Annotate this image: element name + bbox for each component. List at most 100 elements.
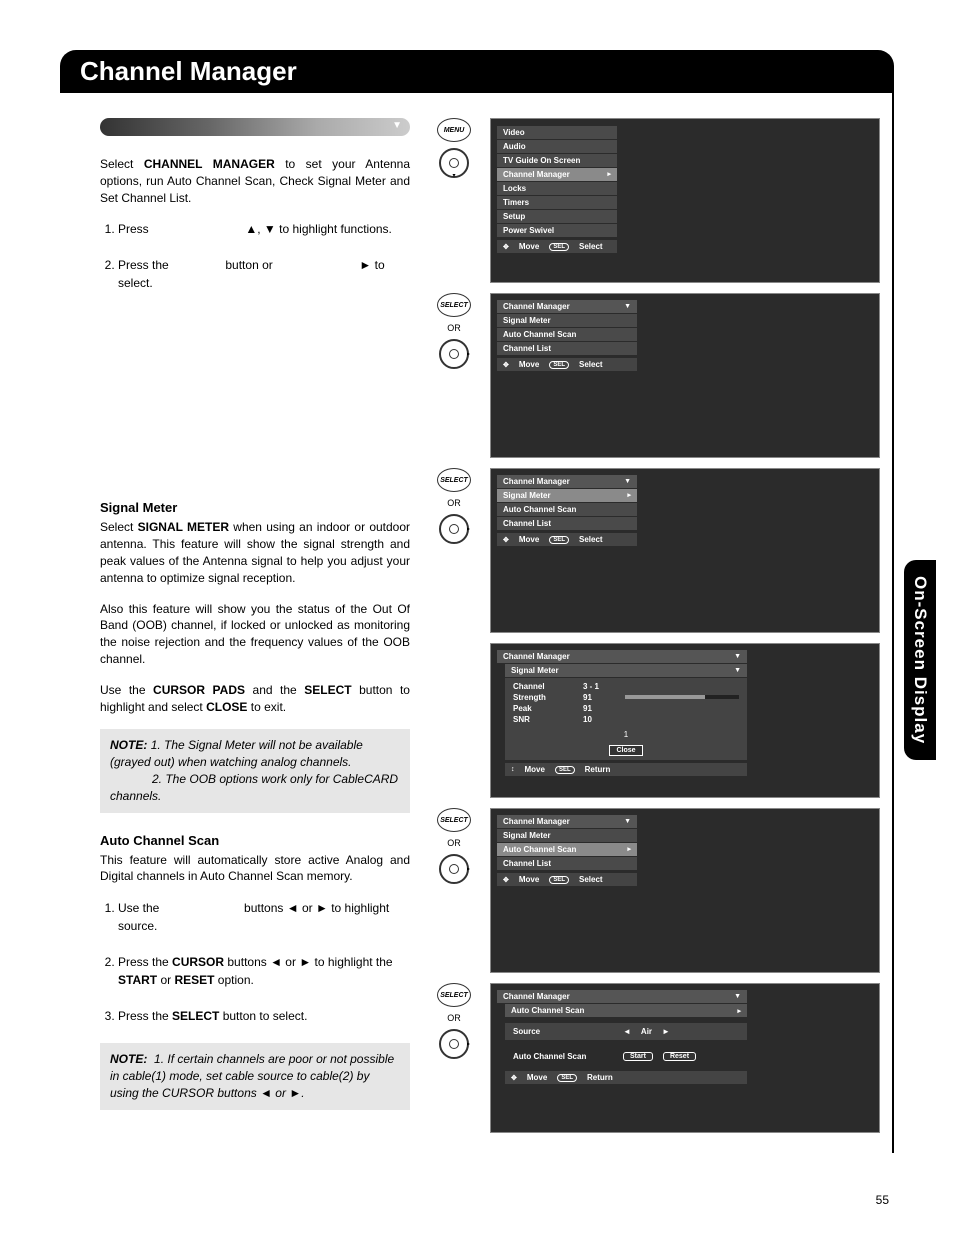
menu-item[interactable]: Auto Channel Scan▸ xyxy=(497,843,637,856)
menu-item[interactable]: Auto Channel Scan xyxy=(497,503,637,516)
footer-return: Return xyxy=(587,1073,613,1082)
tv-screen-cm-signal: Channel Manager▼ Signal Meter▸Auto Chann… xyxy=(490,468,880,633)
text: to exit. xyxy=(247,700,286,714)
select-button[interactable]: SELECT xyxy=(437,808,471,832)
cursor-pad[interactable]: ▸ xyxy=(439,514,469,544)
right-arrow-icon[interactable]: ► xyxy=(662,1027,670,1036)
menu-item[interactable]: Setup xyxy=(497,210,617,223)
subsection-bar xyxy=(100,118,410,136)
section-title: Channel Manager xyxy=(80,56,297,86)
menu-item[interactable]: Channel List xyxy=(497,342,637,355)
screen-row-5: SELECT OR ▸ Channel Manager▼ Signal Mete… xyxy=(430,808,880,973)
text: Press the xyxy=(118,258,172,272)
footer-select: Select xyxy=(579,875,603,884)
tv-screen-cm-menu: Channel Manager▼ Signal MeterAuto Channe… xyxy=(490,293,880,458)
menu-subtitle: Signal Meter xyxy=(511,666,559,675)
note-auto-scan: NOTE: 1. If certain channels are poor or… xyxy=(100,1043,410,1109)
meter-row: Strength91 xyxy=(513,693,739,702)
text: and the xyxy=(245,683,304,697)
cursor-pad[interactable]: ▸ xyxy=(439,339,469,369)
text: buttons xyxy=(241,901,287,915)
main-steps: Press ▲, ▼ to highlight functions. Press… xyxy=(100,220,410,292)
tv-screen-cm-acs: Channel Manager▼ Signal MeterAuto Channe… xyxy=(490,808,880,973)
footer-move: Move xyxy=(525,765,545,774)
note-label: NOTE: xyxy=(110,1052,147,1066)
text: Select xyxy=(100,157,144,171)
remote-col: MENU ▾ xyxy=(430,118,478,178)
menu-item[interactable]: Video xyxy=(497,126,617,139)
text: Use the xyxy=(118,901,163,915)
note-signal-meter: NOTE: 1. The Signal Meter will not be av… xyxy=(100,729,410,812)
meter-row: Channel3 - 1 xyxy=(513,682,739,691)
text: CURSOR PADS xyxy=(153,683,245,697)
menu-item[interactable]: Auto Channel Scan xyxy=(497,328,637,341)
side-tab: On-Screen Display xyxy=(904,560,936,760)
text: Use the xyxy=(100,683,153,697)
select-button[interactable]: SELECT xyxy=(437,468,471,492)
acs-step-2: Press the CURSOR buttons ◄ or ► to highl… xyxy=(118,953,410,989)
text: Press xyxy=(118,222,152,236)
cursor-pad[interactable]: ▸ xyxy=(439,1029,469,1059)
text: to highlight the xyxy=(311,955,392,969)
tv-screen-main-menu: VideoAudioTV Guide On ScreenChannel Mana… xyxy=(490,118,880,283)
tv-screen-signal-meter: Channel Manager▼ Signal Meter▼ Channel3 … xyxy=(490,643,880,798)
screen-row-4: Channel Manager▼ Signal Meter▼ Channel3 … xyxy=(430,643,880,798)
section-header: Channel Manager xyxy=(60,50,894,93)
menu-item[interactable]: Channel List xyxy=(497,857,637,870)
left-arrow-icon[interactable]: ◄ xyxy=(623,1027,631,1036)
menu-button[interactable]: MENU xyxy=(437,118,471,142)
right-arrow-icon: ► xyxy=(289,1086,301,1100)
intro-text: Select CHANNEL MANAGER to set your Anten… xyxy=(100,156,410,206)
footer-select: Select xyxy=(579,535,603,544)
or-text: OR xyxy=(447,838,461,848)
select-button[interactable]: SELECT xyxy=(437,293,471,317)
text: buttons xyxy=(224,955,270,969)
menu-item[interactable]: Audio xyxy=(497,140,617,153)
text: CLOSE xyxy=(206,700,247,714)
start-button[interactable]: Start xyxy=(623,1052,653,1061)
text: or xyxy=(299,901,316,915)
menu-item[interactable]: Locks xyxy=(497,182,617,195)
footer-select: Select xyxy=(579,360,603,369)
menu-title: Channel Manager xyxy=(503,992,570,1001)
or-text: OR xyxy=(447,323,461,333)
source-label: Source xyxy=(513,1027,613,1036)
right-arrow-icon: ► xyxy=(359,258,371,272)
menu-item[interactable]: Channel List xyxy=(497,517,637,530)
menu-item[interactable]: Signal Meter▸ xyxy=(497,489,637,502)
left-arrow-icon: ◄ xyxy=(260,1086,272,1100)
source-value: Air xyxy=(641,1027,652,1036)
text-bold: CHANNEL MANAGER xyxy=(144,157,275,171)
auto-scan-steps: Use the buttons ◄ or ► to highlight sour… xyxy=(100,899,410,1025)
screen-row-1: MENU ▾ VideoAudioTV Guide On ScreenChann… xyxy=(430,118,880,283)
menu-item[interactable]: Signal Meter xyxy=(497,829,637,842)
menu-item[interactable]: Timers xyxy=(497,196,617,209)
reset-button[interactable]: Reset xyxy=(663,1052,696,1061)
text: Press the xyxy=(118,955,172,969)
left-arrow-icon: ◄ xyxy=(287,901,299,915)
footer-select: Select xyxy=(579,242,603,251)
text: or xyxy=(282,955,299,969)
footer-return: Return xyxy=(585,765,611,774)
menu-title: Channel Manager xyxy=(503,302,570,311)
menu-item[interactable]: Signal Meter xyxy=(497,314,637,327)
text: RESET xyxy=(174,973,214,987)
menu-item[interactable]: TV Guide On Screen xyxy=(497,154,617,167)
cursor-pad[interactable]: ▾ xyxy=(439,148,469,178)
meter-row: SNR10 xyxy=(513,715,739,724)
left-arrow-icon: ◄ xyxy=(270,955,282,969)
signal-meter-heading: Signal Meter xyxy=(100,500,410,515)
cursor-pad[interactable]: ▸ xyxy=(439,854,469,884)
down-arrow-icon: ▼ xyxy=(264,222,276,236)
menu-item[interactable]: Power Swivel xyxy=(497,224,617,237)
right-arrow-icon: ► xyxy=(299,955,311,969)
step-2: Press the button or ► to select. xyxy=(118,256,410,292)
menu-item[interactable]: Channel Manager▸ xyxy=(497,168,617,181)
select-button[interactable]: SELECT xyxy=(437,983,471,1007)
text: SELECT xyxy=(172,1009,219,1023)
menu-subtitle: Auto Channel Scan xyxy=(511,1006,584,1015)
content-area: Select CHANNEL MANAGER to set your Anten… xyxy=(60,93,894,1153)
meter-row: Peak91 xyxy=(513,704,739,713)
text: Press the xyxy=(118,1009,172,1023)
close-button[interactable]: Close xyxy=(609,745,642,756)
